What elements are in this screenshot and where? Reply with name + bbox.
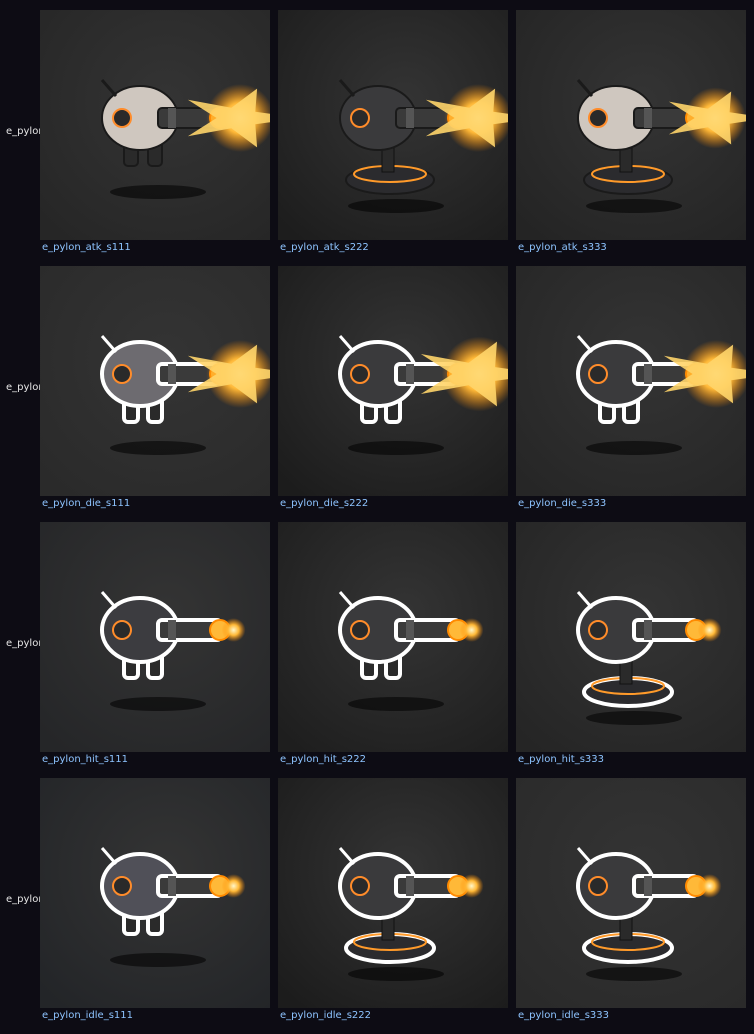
row-label: e_pylon (6, 382, 45, 393)
pylon-turret-attack-icon (278, 10, 508, 240)
pylon-turret-die-icon (40, 266, 270, 496)
pylon-turret-idle-icon (40, 778, 270, 1008)
sprite-caption: e_pylon_die_s222 (280, 498, 369, 509)
sprite-card[interactable]: e_pylon_atk_s222 (278, 10, 508, 266)
sprite-row-atk: e_pylon e_pylon_atk_s111 e_pylon_atk_s22… (0, 10, 754, 266)
sprite-caption: e_pylon_hit_s222 (280, 754, 366, 765)
row-label: e_pylon (6, 126, 45, 137)
sprite-card[interactable]: e_pylon_atk_s333 (516, 10, 746, 266)
sprite-caption: e_pylon_atk_s333 (518, 242, 607, 253)
sprite-card[interactable]: e_pylon_idle_s111 (40, 778, 270, 1034)
sprite-card[interactable]: e_pylon_idle_s222 (278, 778, 508, 1034)
sprite-caption: e_pylon_hit_s333 (518, 754, 604, 765)
pylon-turret-idle-icon (278, 778, 508, 1008)
sprite-sheet-grid: e_pylon e_pylon_atk_s111 e_pylon_atk_s22… (0, 0, 754, 1034)
pylon-turret-hit-icon (40, 522, 270, 752)
sprite-card[interactable]: e_pylon_atk_s111 (40, 10, 270, 266)
row-label: e_pylon (6, 638, 45, 649)
sprite-caption: e_pylon_hit_s111 (42, 754, 128, 765)
sprite-card[interactable]: e_pylon_die_s333 (516, 266, 746, 522)
sprite-caption: e_pylon_atk_s111 (42, 242, 131, 253)
pylon-turret-die-icon (278, 266, 508, 496)
sprite-row-hit: e_pylon e_pylon_hit_s111 e_pylon_hit_s22… (0, 522, 754, 778)
sprite-caption: e_pylon_die_s333 (518, 498, 607, 509)
sprite-card[interactable]: e_pylon_hit_s222 (278, 522, 508, 778)
sprite-card[interactable]: e_pylon_hit_s333 (516, 522, 746, 778)
sprite-card[interactable]: e_pylon_idle_s333 (516, 778, 746, 1034)
sprite-caption: e_pylon_idle_s333 (518, 1010, 610, 1021)
sprite-row-idle: e_pylon e_pylon_idle_s111 e_pylon_idle_s… (0, 778, 754, 1034)
pylon-turret-die-icon (516, 266, 746, 496)
pylon-turret-hit-icon (278, 522, 508, 752)
sprite-card[interactable]: e_pylon_die_s111 (40, 266, 270, 522)
sprite-caption: e_pylon_idle_s111 (42, 1010, 134, 1021)
row-label: e_pylon (6, 894, 45, 905)
sprite-caption: e_pylon_atk_s222 (280, 242, 369, 253)
pylon-turret-attack-icon (40, 10, 270, 240)
sprite-caption: e_pylon_die_s111 (42, 498, 131, 509)
sprite-card[interactable]: e_pylon_die_s222 (278, 266, 508, 522)
pylon-turret-idle-icon (516, 778, 746, 1008)
pylon-turret-hit-icon (516, 522, 746, 752)
sprite-card[interactable]: e_pylon_hit_s111 (40, 522, 270, 778)
sprite-caption: e_pylon_idle_s222 (280, 1010, 372, 1021)
sprite-row-die: e_pylon e_pylon_die_s111 e_pylon_die_s22… (0, 266, 754, 522)
pylon-turret-attack-icon (516, 10, 746, 240)
